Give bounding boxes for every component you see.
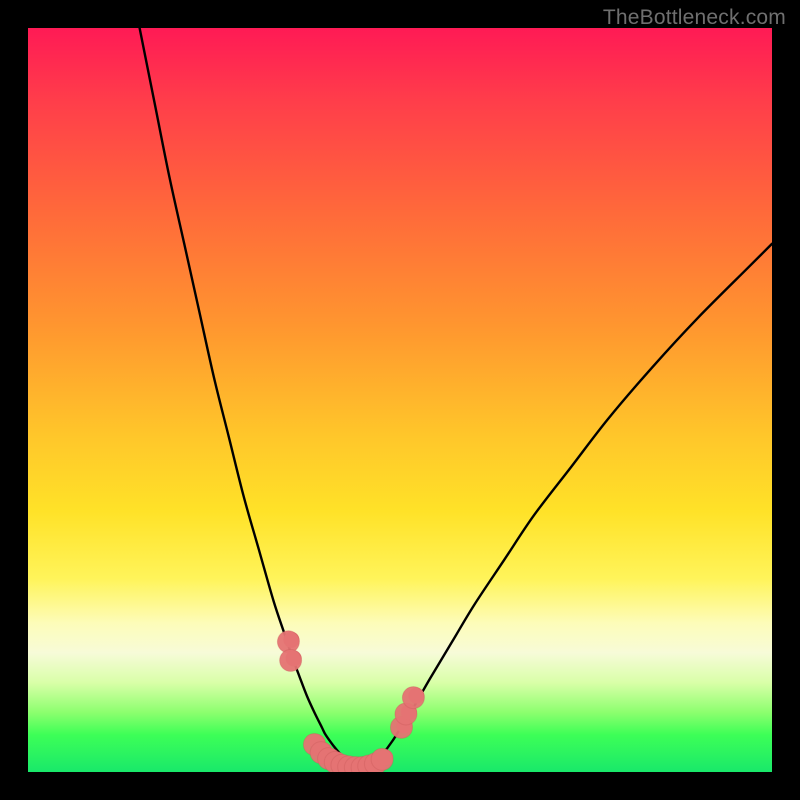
data-marker <box>390 716 412 738</box>
data-marker <box>402 687 424 709</box>
data-marker <box>338 756 360 772</box>
data-marker <box>371 748 393 770</box>
marker-group <box>277 631 424 772</box>
data-marker <box>310 742 332 764</box>
data-marker <box>395 703 417 725</box>
data-marker <box>331 754 353 772</box>
data-marker <box>364 753 386 772</box>
data-marker <box>280 649 302 671</box>
left-curve <box>140 28 359 769</box>
data-marker <box>358 755 380 772</box>
data-marker <box>344 757 366 772</box>
data-marker <box>318 748 340 770</box>
data-marker <box>324 751 346 772</box>
right-curve <box>359 244 772 769</box>
watermark-text: TheBottleneck.com <box>603 6 786 30</box>
data-marker <box>303 733 325 755</box>
data-marker <box>277 631 299 653</box>
data-marker <box>351 757 373 772</box>
chart-svg <box>28 28 772 772</box>
plot-area <box>28 28 772 772</box>
chart-frame: TheBottleneck.com <box>0 0 800 800</box>
